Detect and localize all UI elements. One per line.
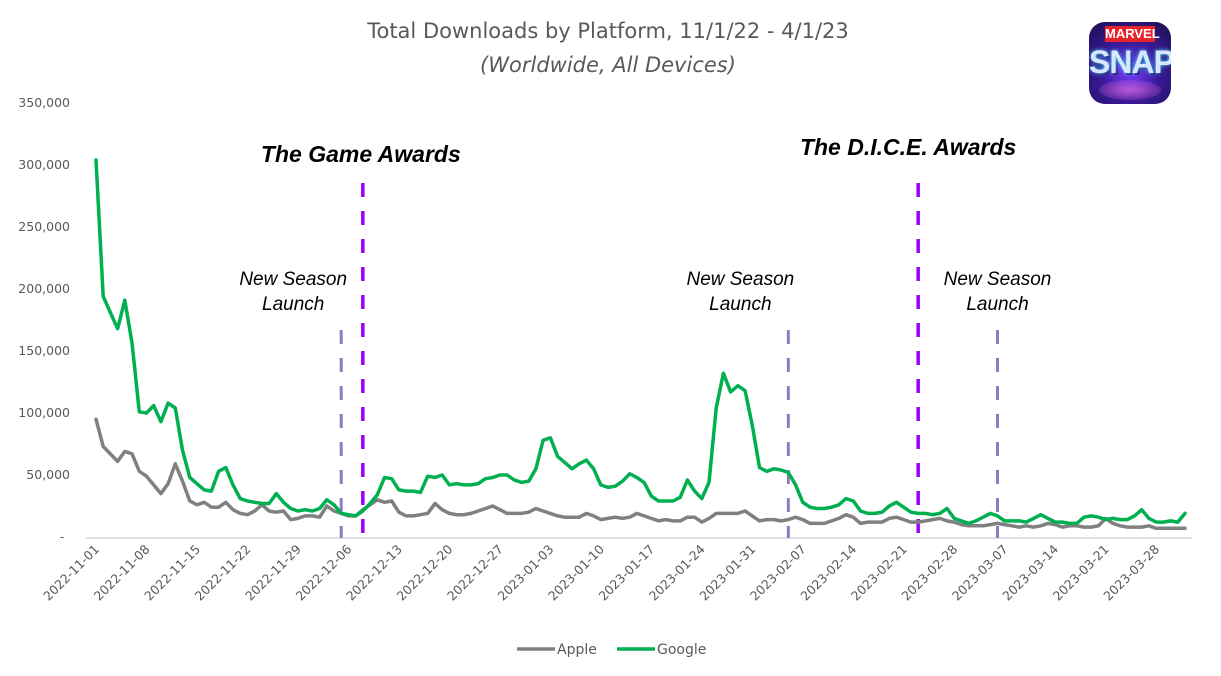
y-tick-label: 300,000 (18, 157, 70, 172)
logo-snap-text: SNAP (1089, 44, 1171, 80)
chart-title: Total Downloads by Platform, 11/1/22 - 4… (366, 19, 849, 43)
chart-subtitle: (Worldwide, All Devices) (480, 53, 736, 77)
legend-label-google: Google (657, 642, 706, 658)
x-axis: 2022-11-012022-11-082022-11-152022-11-22… (40, 541, 1162, 603)
logo-marvel-text: MARVEL (1105, 26, 1160, 42)
series-line-apple (94, 417, 1187, 531)
marvel-snap-logo: MARVEL SNAP (1089, 22, 1171, 104)
y-tick-label: 150,000 (18, 343, 70, 358)
season-label: Launch (709, 294, 771, 315)
legend: Apple Google (517, 642, 706, 658)
y-tick-label: 250,000 (18, 219, 70, 234)
logo-glow (1099, 80, 1161, 100)
event-annotations: The Game Awards The D.I.C.E. Awards New Se… (239, 134, 1051, 538)
event-label: The Game Awards (261, 141, 461, 167)
series-line-google (94, 158, 1187, 526)
season-label: Launch (262, 294, 324, 315)
season-label: New Season (944, 269, 1052, 290)
y-axis: - 50,000 100,000 150,000 200,000 250,000 300,0… (18, 95, 70, 544)
series-lines (94, 158, 1187, 531)
y-tick-label: 200,000 (18, 281, 70, 296)
season-label: New Season (686, 269, 794, 290)
season-label: New Season (239, 269, 347, 290)
y-tick-label: 350,000 (18, 95, 70, 110)
y-tick-label: 100,000 (18, 405, 70, 420)
y-tick-label: - (60, 529, 65, 544)
event-label: The D.I.C.E. Awards (800, 134, 1016, 160)
line-chart: Total Downloads by Platform, 11/1/22 - 4… (18, 19, 1192, 658)
season-label: Launch (966, 294, 1028, 315)
y-tick-label: 50,000 (26, 467, 70, 482)
legend-label-apple: Apple (557, 642, 597, 658)
